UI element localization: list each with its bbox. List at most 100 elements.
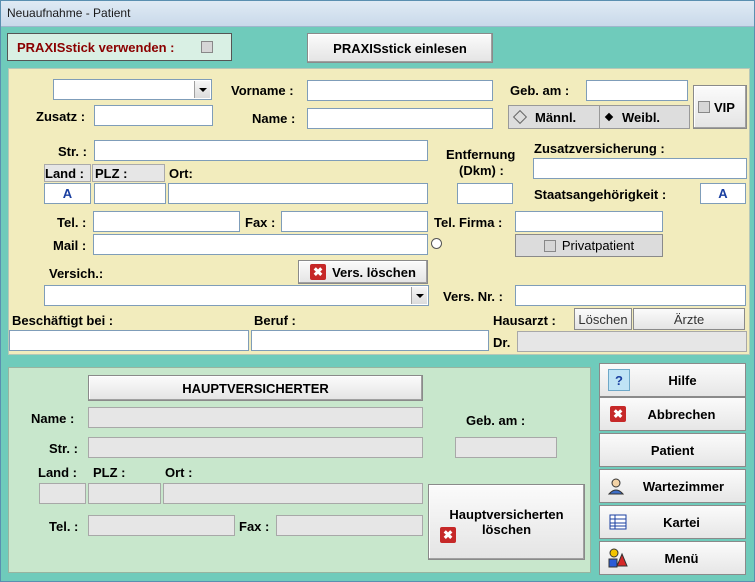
- maennl-label: Männl.: [535, 109, 577, 125]
- fax-label: Fax :: [245, 215, 276, 230]
- hauptversicherten-loeschen-button[interactable]: Hauptversicherten löschen ✖: [428, 484, 585, 560]
- red-x-icon: ✖: [440, 527, 456, 543]
- hausarzt-input: [517, 331, 747, 352]
- haupt-delete-line2: löschen: [481, 522, 532, 537]
- name-label: Name :: [252, 111, 296, 126]
- shapes-icon: [608, 548, 628, 568]
- haupt-str-label: Str. :: [49, 441, 78, 456]
- haupt-name-input: [88, 407, 423, 428]
- fax-input[interactable]: [281, 211, 428, 232]
- patient-label: Patient: [650, 442, 695, 458]
- zusatz-input[interactable]: [94, 105, 213, 126]
- staatsangehoerigkeit-label: Staatsangehörigkeit :: [534, 187, 667, 202]
- vers-nr-label: Vers. Nr. :: [443, 289, 503, 304]
- haupt-tel-input: [88, 515, 235, 536]
- vers-loeschen-label: Vers. löschen: [332, 264, 416, 280]
- haupt-delete-line1: Hauptversicherten: [449, 507, 564, 522]
- geb-am-input[interactable]: [586, 80, 688, 101]
- patient-button[interactable]: Patient: [599, 433, 746, 467]
- window-title: Neuaufnahme - Patient: [1, 1, 754, 27]
- menue-label: Menü: [664, 550, 699, 566]
- question-icon: ?: [608, 369, 630, 391]
- versich-label: Versich.:: [49, 266, 104, 281]
- weibl-label: Weibl.: [622, 109, 661, 125]
- vip-checkbox[interactable]: [698, 101, 710, 113]
- praxis-read-button[interactable]: PRAXISstick einlesen: [307, 33, 493, 63]
- gender-female-option[interactable]: Weibl.: [600, 106, 689, 128]
- grid-icon: [608, 512, 628, 532]
- haupt-plz-input: [88, 483, 161, 504]
- hauptversicherter-button[interactable]: HAUPTVERSICHERTER: [88, 375, 423, 401]
- haupt-land-input: [39, 483, 86, 504]
- praxis-use-checkbox[interactable]: [201, 41, 213, 53]
- red-x-icon: ✖: [310, 264, 327, 280]
- hausarzt-loeschen-button[interactable]: Löschen: [574, 308, 632, 330]
- tel-firma-input[interactable]: [515, 211, 663, 232]
- haupt-geb-am-input: [455, 437, 557, 458]
- gender-group: Männl. Weibl.: [508, 105, 690, 129]
- red-x-icon: ✖: [608, 404, 628, 424]
- ort-input[interactable]: [168, 183, 428, 204]
- vip-label: VIP: [714, 99, 735, 115]
- gender-male-option[interactable]: Männl.: [509, 106, 600, 128]
- beschaeftigt-input[interactable]: [9, 330, 249, 351]
- beruf-label: Beruf :: [254, 313, 296, 328]
- kartei-label: Kartei: [663, 514, 700, 530]
- mail-radio[interactable]: [431, 238, 442, 249]
- patient-window: Neuaufnahme - Patient PRAXISstick verwen…: [0, 0, 755, 582]
- name-input[interactable]: [307, 108, 493, 129]
- haupt-str-input: [88, 437, 423, 458]
- tel-input[interactable]: [93, 211, 240, 232]
- hilfe-button[interactable]: ? Hilfe: [599, 363, 746, 397]
- beruf-input[interactable]: [251, 330, 489, 351]
- wartezimmer-button[interactable]: Wartezimmer: [599, 469, 746, 503]
- aerzte-button[interactable]: Ärzte: [633, 308, 745, 330]
- tel-firma-label: Tel. Firma :: [434, 215, 503, 230]
- title-select[interactable]: [53, 79, 212, 100]
- haupt-geb-am-label: Geb. am :: [466, 413, 526, 428]
- zusatz-label: Zusatz :: [36, 109, 86, 124]
- staat-input[interactable]: A: [700, 183, 746, 204]
- entfernung-label: Entfernung: [446, 147, 516, 162]
- kartei-button[interactable]: Kartei: [599, 505, 746, 539]
- dkm-label: (Dkm) :: [459, 163, 504, 178]
- str-input[interactable]: [94, 140, 428, 161]
- zusatzversicherung-input[interactable]: [533, 158, 747, 179]
- haupt-ort-label: Ort :: [165, 465, 193, 480]
- haupt-ort-input: [163, 483, 423, 504]
- haupt-plz-label: PLZ :: [93, 465, 126, 480]
- vorname-label: Vorname :: [231, 83, 294, 98]
- mail-label: Mail :: [53, 238, 87, 253]
- vip-toggle[interactable]: VIP: [693, 85, 747, 129]
- diamond-outline-icon: [512, 109, 528, 125]
- vers-nr-input[interactable]: [515, 285, 746, 306]
- praxis-use-label: PRAXISstick verwenden :: [17, 40, 175, 55]
- vorname-input[interactable]: [307, 80, 493, 101]
- tel-label: Tel. :: [57, 215, 87, 230]
- menue-button[interactable]: Menü: [599, 541, 746, 575]
- hausarzt-label: Hausarzt :: [493, 313, 556, 328]
- abbrechen-label: Abbrechen: [647, 406, 716, 422]
- geb-am-label: Geb. am :: [510, 83, 570, 98]
- vers-loeschen-button[interactable]: ✖ Vers. löschen: [298, 260, 428, 284]
- plz-input[interactable]: [94, 183, 166, 204]
- privatpatient-checkbox[interactable]: [543, 239, 556, 252]
- praxis-use-box[interactable]: PRAXISstick verwenden :: [7, 33, 232, 61]
- hilfe-label: Hilfe: [668, 372, 697, 388]
- land-input[interactable]: A: [44, 183, 91, 204]
- plz-label: PLZ :: [95, 166, 128, 181]
- zusatzversicherung-label: Zusatzversicherung :: [534, 141, 665, 156]
- dr-label: Dr.: [493, 335, 511, 350]
- str-label: Str. :: [58, 144, 87, 159]
- chevron-down-icon: [194, 81, 210, 98]
- abbrechen-button[interactable]: ✖ Abbrechen: [599, 397, 746, 431]
- entfernung-input[interactable]: [457, 183, 513, 204]
- chevron-down-icon: [411, 287, 427, 304]
- mail-input[interactable]: [93, 234, 428, 255]
- privatpatient-label: Privatpatient: [561, 238, 635, 253]
- haupt-fax-input: [276, 515, 423, 536]
- person-icon: [606, 476, 626, 496]
- diamond-filled-icon: [604, 112, 614, 122]
- versicherung-select[interactable]: [44, 285, 429, 306]
- privatpatient-toggle[interactable]: Privatpatient: [515, 234, 663, 257]
